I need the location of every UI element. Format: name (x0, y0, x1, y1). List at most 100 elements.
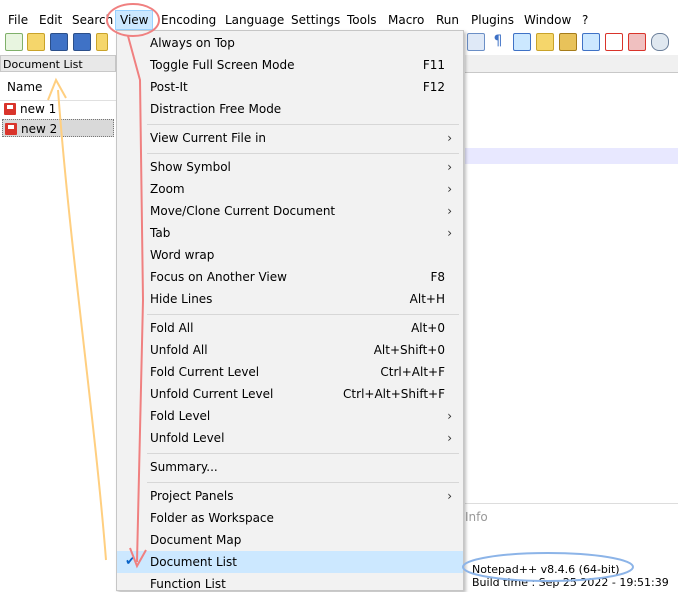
document-list-panel: Name new 1 new 2 (0, 72, 117, 591)
menu-item-view-current-file-in[interactable]: View Current File in › (117, 127, 463, 149)
show-all-characters-icon[interactable]: ¶ (490, 33, 506, 49)
menu-item-move-clone[interactable]: Move/Clone Current Document › (117, 200, 463, 222)
menu-item-show-symbol[interactable]: Show Symbol › (117, 156, 463, 178)
menu-item-shortcut: Alt+0 (411, 321, 445, 335)
submenu-arrow-icon: › (447, 226, 452, 240)
menu-language[interactable]: Language (221, 11, 288, 29)
menu-view[interactable]: View (115, 10, 154, 30)
save-icon[interactable] (50, 33, 68, 51)
unsaved-file-icon (4, 103, 16, 115)
menu-item-shortcut: Ctrl+Alt+Shift+F (343, 387, 445, 401)
menu-run[interactable]: Run (432, 11, 463, 29)
menu-item-label: Hide Lines (150, 292, 213, 306)
submenu-arrow-icon: › (447, 160, 452, 174)
document-map-icon[interactable] (559, 33, 577, 51)
menu-item-label: Summary... (150, 460, 218, 474)
new-file-icon[interactable] (5, 33, 23, 51)
submenu-arrow-icon: › (447, 431, 452, 445)
menu-item-fold-all[interactable]: Fold All Alt+0 (117, 317, 463, 339)
menu-item-document-map[interactable]: Document Map (117, 529, 463, 551)
menu-item-unfold-all[interactable]: Unfold All Alt+Shift+0 (117, 339, 463, 361)
menu-item-label: Document List (150, 555, 237, 569)
list-item[interactable]: new 1 (2, 100, 114, 118)
menu-edit[interactable]: Edit (35, 11, 66, 29)
column-header-label: Name (7, 80, 43, 94)
menu-item-label: Distraction Free Mode (150, 102, 282, 116)
menu-item-unfold-current-level[interactable]: Unfold Current Level Ctrl+Alt+Shift+F (117, 383, 463, 405)
menu-item-label: Unfold All (150, 343, 208, 357)
menu-tools[interactable]: Tools (343, 11, 381, 29)
open-file-icon[interactable] (27, 33, 45, 51)
menu-item-label: Folder as Workspace (150, 511, 274, 525)
menu-item-always-on-top[interactable]: Always on Top (117, 32, 463, 54)
menu-item-label: Focus on Another View (150, 270, 287, 284)
menu-item-word-wrap[interactable]: Word wrap (117, 244, 463, 266)
menu-file[interactable]: File (4, 11, 32, 29)
menu-item-label: Fold All (150, 321, 194, 335)
menu-item-label: Post-It (150, 80, 188, 94)
menu-item-label: Toggle Full Screen Mode (150, 58, 295, 72)
menu-item-post-it[interactable]: Post-It F12 (117, 76, 463, 98)
menu-item-label: Document Map (150, 533, 242, 547)
menu-item-tab[interactable]: Tab › (117, 222, 463, 244)
version-text: Notepad++ v8.4.6 (64-bit) (472, 563, 620, 576)
menu-item-fold-level[interactable]: Fold Level › (117, 405, 463, 427)
menu-item-label: Fold Current Level (150, 365, 260, 379)
indent-guide-icon[interactable] (467, 33, 485, 51)
menu-separator (147, 124, 459, 125)
menu-item-project-panels[interactable]: Project Panels › (117, 485, 463, 507)
document-list-icon[interactable] (582, 33, 600, 51)
submenu-arrow-icon: › (447, 489, 452, 503)
menu-item-summary[interactable]: Summary... (117, 456, 463, 478)
menu-item-focus-another-view[interactable]: Focus on Another View F8 (117, 266, 463, 288)
panel-titlebar (465, 55, 678, 73)
menu-item-unfold-level[interactable]: Unfold Level › (117, 427, 463, 449)
menu-macro[interactable]: Macro (384, 11, 428, 29)
file-name: new 1 (20, 102, 57, 116)
menu-item-toggle-full-screen[interactable]: Toggle Full Screen Mode F11 (117, 54, 463, 76)
close-file-icon[interactable] (96, 33, 108, 51)
menu-search[interactable]: Search (68, 11, 117, 29)
menu-item-fold-current-level[interactable]: Fold Current Level Ctrl+Alt+F (117, 361, 463, 383)
menu-item-label: Unfold Level (150, 431, 225, 445)
menu-item-label: Move/Clone Current Document (150, 204, 336, 218)
menu-encoding[interactable]: Encoding (157, 11, 220, 29)
menu-item-label: Zoom (150, 182, 185, 196)
menu-item-shortcut: F8 (430, 270, 445, 284)
column-header-name[interactable]: Name (0, 72, 116, 101)
build-time-text: Build time : Sep 25 2022 - 19:51:39 (472, 576, 669, 589)
folder-workspace-icon[interactable] (536, 33, 554, 51)
file-name: new 2 (21, 122, 58, 136)
menu-item-label: Project Panels (150, 489, 234, 503)
menu-plugins[interactable]: Plugins (467, 11, 518, 29)
unsaved-file-icon (5, 123, 17, 135)
menu-item-label: Unfold Current Level (150, 387, 274, 401)
menu-item-function-list[interactable]: Function List (117, 573, 463, 590)
view-menu-dropdown: Always on Top Toggle Full Screen Mode F1… (116, 30, 464, 591)
current-line-highlight (465, 148, 678, 164)
submenu-arrow-icon: › (447, 182, 452, 196)
save-all-icon[interactable] (73, 33, 91, 51)
submenu-arrow-icon: › (447, 204, 452, 218)
menu-item-zoom[interactable]: Zoom › (117, 178, 463, 200)
menu-item-document-list[interactable]: ✔ Document List (117, 551, 463, 573)
menu-window[interactable]: Window (520, 11, 575, 29)
menu-settings[interactable]: Settings (287, 11, 344, 29)
menu-help[interactable]: ? (578, 11, 592, 29)
menu-separator (147, 314, 459, 315)
monitoring-eye-icon[interactable] (651, 33, 669, 51)
menu-item-hide-lines[interactable]: Hide Lines Alt+H (117, 288, 463, 310)
menu-item-shortcut: F11 (422, 58, 445, 72)
menu-item-distraction-free[interactable]: Distraction Free Mode (117, 98, 463, 120)
menu-item-folder-as-workspace[interactable]: Folder as Workspace (117, 507, 463, 529)
list-item[interactable]: new 2 (2, 119, 114, 137)
menu-item-label: Show Symbol (150, 160, 231, 174)
menu-item-label: Fold Level (150, 409, 211, 423)
checkmark-icon: ✔ (125, 554, 136, 569)
folder-close-icon[interactable] (628, 33, 646, 51)
menu-bar: File Edit Search View Encoding Language … (0, 8, 678, 30)
editor-area[interactable] (465, 73, 678, 503)
function-list-icon[interactable] (605, 33, 623, 51)
word-wrap-icon[interactable] (513, 33, 531, 51)
info-panel: Info Notepad++ v8.4.6 (64-bit) Build tim… (465, 503, 678, 592)
